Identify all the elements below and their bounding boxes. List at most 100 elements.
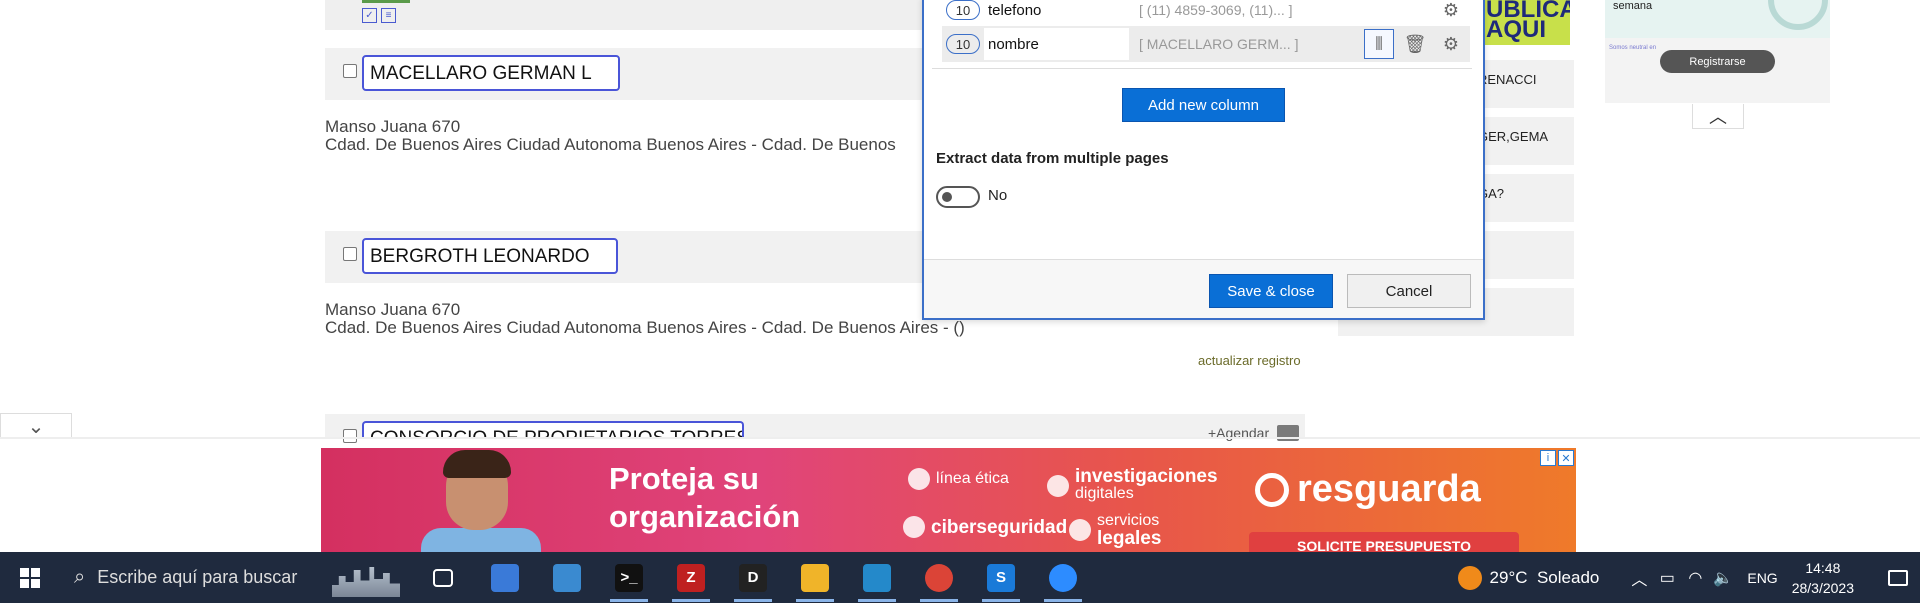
taskbar-app-file-explorer[interactable] (784, 552, 846, 603)
service-investigaciones: investigaciones digitales (1047, 467, 1218, 503)
brand-icon (1255, 472, 1289, 507)
register-button[interactable]: Registrarse (1660, 50, 1775, 73)
column-actions: ⫴ 🗑 ⚙ (1364, 29, 1466, 59)
banner-ad[interactable]: Proteja su organización línea ética inve… (321, 448, 1576, 552)
column-name-input[interactable]: telefono (984, 0, 1129, 26)
column-count-badge: 10 (946, 0, 980, 20)
toggle-state-label: No (988, 187, 1008, 204)
column-actions: ⚙ (1364, 0, 1466, 25)
shield-icon (903, 516, 925, 538)
promo-card: semana Somos neutral en Registrarse (1605, 0, 1830, 103)
clock[interactable]: 14:48 28/3/2023 (1792, 558, 1854, 598)
task-view-icon (433, 568, 453, 587)
chevron-down-icon[interactable]: ⌄ (0, 413, 72, 438)
column-count-badge: 10 (946, 34, 980, 54)
taskbar-app-task-view[interactable] (412, 552, 474, 603)
headline-line2: organización (609, 499, 801, 534)
brand-name: resguarda (1297, 468, 1481, 510)
service-ciberseguridad: ciberseguridad (903, 516, 1067, 538)
taskbar-app-vscode[interactable] (846, 552, 908, 603)
columns-list: 10 telefono [ (11) 4859-3069, (11)... ] … (932, 0, 1472, 69)
taskbar-app-paint[interactable] (536, 552, 598, 603)
taskbar-app-filezilla[interactable]: Z (660, 552, 722, 603)
toggle-knob (942, 192, 952, 202)
promo-header: semana (1605, 0, 1830, 38)
taskbar-app-dbeaver[interactable]: D (722, 552, 784, 603)
cta-button[interactable]: SOLICITE PRESUPUESTO (1249, 532, 1519, 552)
column-row[interactable]: 10 nombre [ MACELLARO GERM... ] ⫴ 🗑 ⚙ (942, 26, 1470, 62)
sidebar-ad[interactable]: UBLICA AQUI (1482, 0, 1570, 45)
column-row[interactable]: 10 telefono [ (11) 4859-3069, (11)... ] … (942, 0, 1470, 28)
banner-headline: Proteja su organización (609, 460, 800, 536)
start-button[interactable] (0, 552, 60, 603)
cancel-button[interactable]: Cancel (1347, 274, 1471, 308)
clock-date: 28/3/2023 (1791, 579, 1854, 596)
wifi-icon[interactable]: ◠ (1681, 568, 1709, 588)
magnifier-icon (1047, 474, 1069, 497)
trash-icon[interactable]: 🗑 (1400, 29, 1430, 59)
terminal-icon: >_ (615, 563, 643, 592)
service-label: línea ética (936, 470, 1009, 487)
brand-logo: resguarda (1255, 468, 1481, 511)
record-address-line1: Manso Juana 670 (325, 300, 461, 319)
record-address-line2: Cdad. De Buenos Aires Ciudad Autonoma Bu… (325, 318, 965, 337)
taskbar-app-terminal[interactable]: >_ (598, 552, 660, 603)
record-actions: ✓ ≡ (362, 8, 396, 23)
remote-desktop-icon (491, 563, 519, 592)
taskbar-apps: >_ Z D S (412, 552, 1094, 603)
language-indicator[interactable]: ENG (1747, 570, 1777, 586)
service-label-group: servicios legales (1097, 512, 1161, 548)
search-icon: ⌕ (74, 566, 86, 588)
taskbar-app-app-s[interactable]: S (970, 552, 1032, 603)
close-icon[interactable]: ✕ (1558, 450, 1574, 466)
multiple-pages-toggle[interactable] (936, 186, 980, 208)
taskbar-search[interactable]: ⌕ Escribe aquí para buscar (60, 552, 400, 603)
green-bar (362, 0, 410, 3)
update-record-link[interactable]: actualizar registro (1198, 353, 1301, 368)
taskbar-app-remote-desktop[interactable] (474, 552, 536, 603)
weather-widget[interactable]: 29°C Soleado (1457, 565, 1600, 590)
column-name-input[interactable]: nombre (984, 28, 1129, 60)
taskbar: ⌕ Escribe aquí para buscar >_ Z D S 29°C So… (0, 552, 1920, 603)
circle-graphic (1768, 0, 1828, 30)
speaker-icon[interactable]: 🔈 (1709, 568, 1737, 588)
gear-icon[interactable]: ⚙ (1436, 29, 1466, 59)
column-preview: [ (11) 4859-3069, (11)... ] (1139, 2, 1293, 18)
windows-icon (20, 567, 40, 588)
service-label: ciberseguridad (931, 516, 1068, 538)
service-label-group: investigaciones digitales (1075, 467, 1218, 503)
chevron-up-icon[interactable]: ︿ (1692, 104, 1744, 129)
chevron-up-icon[interactable]: ︿ (1625, 566, 1653, 590)
shirt-shape (421, 528, 541, 552)
dbeaver-icon: D (739, 563, 767, 592)
notification-icon[interactable] (1876, 552, 1920, 603)
vscode-icon (863, 563, 891, 592)
extract-multiple-label: Extract data from multiple pages (936, 150, 1169, 167)
check-icon[interactable]: ✓ (362, 8, 377, 23)
system-tray: 29°C Soleado ︿ ▭ ◠ 🔈 ENG 14:48 28/3/2023 (1457, 552, 1920, 603)
headline-line1: Proteja su (609, 461, 759, 496)
taskbar-app-chrome[interactable] (908, 552, 970, 603)
gear-icon[interactable]: ⚙ (1436, 0, 1466, 25)
add-column-button[interactable]: Add new column (1122, 88, 1285, 122)
record-name-field[interactable]: MACELLARO GERMAN L (362, 55, 620, 91)
clock-time: 14:48 (1805, 559, 1841, 576)
search-placeholder: Escribe aquí para buscar (97, 567, 298, 587)
record-address-line1: Manso Juana 670 (325, 117, 461, 136)
service-linea-etica: línea ética (908, 468, 1009, 490)
split-column-icon[interactable]: ⫴ (1364, 29, 1394, 59)
record-name-field[interactable]: BERGROTH LEONARDO (362, 238, 618, 274)
zoom-icon (1049, 563, 1077, 592)
hair-shape (443, 450, 511, 478)
record-checkbox[interactable] (343, 247, 357, 261)
battery-icon[interactable]: ▭ (1653, 568, 1681, 588)
save-close-button[interactable]: Save & close (1209, 274, 1333, 308)
record-checkbox[interactable] (343, 64, 357, 78)
document-icon[interactable]: ≡ (381, 8, 396, 23)
taskbar-app-zoom[interactable] (1032, 552, 1094, 603)
promo-small-text: Somos neutral en (1609, 45, 1657, 51)
info-icon[interactable]: i (1540, 450, 1556, 466)
record-checkbox[interactable] (343, 429, 357, 443)
weather-text: 29°C Soleado (1489, 567, 1600, 587)
